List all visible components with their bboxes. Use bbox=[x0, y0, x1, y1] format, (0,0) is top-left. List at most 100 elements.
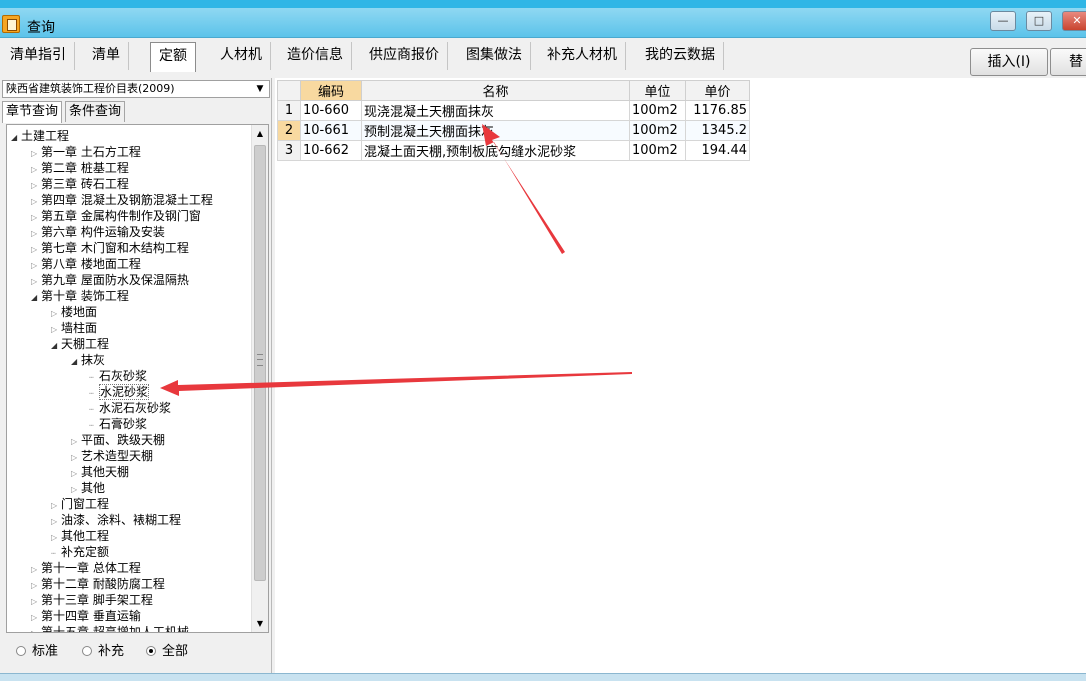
tree-node[interactable]: ▷ 其他工程 bbox=[51, 528, 109, 544]
radio-supplement[interactable]: 补充 bbox=[82, 643, 124, 661]
grip-icon bbox=[257, 354, 263, 366]
tab-qingdan[interactable]: 清单 bbox=[84, 42, 129, 70]
tree-node[interactable]: ▷ 第九章 屋面防水及保温隔热 bbox=[31, 272, 189, 288]
table-row[interactable]: 3 10-662 混凝土面天棚,预制板底勾缝水泥砂浆 100m2 194.44 bbox=[277, 140, 750, 161]
tab-chapter-query[interactable]: 章节查询 bbox=[2, 101, 63, 123]
tree-node[interactable]: ▷ 第一章 土石方工程 bbox=[31, 144, 141, 160]
tree-node-selected[interactable]: ┄ 水泥砂浆 bbox=[89, 384, 150, 400]
tree-node[interactable]: ▷ 第二章 桩基工程 bbox=[31, 160, 129, 176]
expand-open-icon[interactable]: ◢ bbox=[11, 130, 21, 146]
tree-node-label: 石灰砂浆 bbox=[99, 369, 148, 383]
tree-node-label: 第四章 混凝土及钢筋混凝土工程 bbox=[41, 193, 213, 207]
expand-open-icon[interactable]: ◢ bbox=[31, 290, 41, 306]
tab-wode-yunshuju[interactable]: 我的云数据 bbox=[637, 42, 724, 70]
scroll-down-icon[interactable]: ▼ bbox=[252, 615, 268, 632]
tree-node[interactable]: ▷ 第五章 金属构件制作及钢门窗 bbox=[31, 208, 201, 224]
tree-node[interactable]: ▷ 第四章 混凝土及钢筋混凝土工程 bbox=[31, 192, 213, 208]
tree-node[interactable]: ▷ 墙柱面 bbox=[51, 320, 97, 336]
tree-node-label: 第八章 楼地面工程 bbox=[41, 257, 141, 271]
cell-unit[interactable]: 100m2 bbox=[629, 120, 686, 141]
tree-node[interactable]: ┄ 水泥石灰砂浆 bbox=[89, 400, 171, 416]
close-button[interactable]: ✕ bbox=[1062, 11, 1086, 31]
tab-gongyingshang-baojia[interactable]: 供应商报价 bbox=[361, 42, 448, 70]
tab-bar: 清单指引 清单 定额 人材机 造价信息 供应商报价 图集做法 补充人材机 我的云… bbox=[0, 42, 1086, 72]
cell-name[interactable]: 混凝土面天棚,预制板底勾缝水泥砂浆 bbox=[361, 140, 630, 161]
tree-node[interactable]: ▷ 第十二章 耐酸防腐工程 bbox=[31, 576, 165, 592]
replace-button[interactable]: 替 bbox=[1050, 48, 1086, 76]
cell-code[interactable]: 10-661 bbox=[300, 120, 362, 141]
chevron-down-icon[interactable]: ▼ bbox=[252, 81, 268, 97]
tree-node[interactable]: ▷ 艺术造型天棚 bbox=[71, 448, 153, 464]
tree-node[interactable]: ▷ 第十三章 脚手架工程 bbox=[31, 592, 153, 608]
table-row-selected[interactable]: 2 10-661 预制混凝土天棚面抹灰 100m2 1345.2 bbox=[277, 120, 750, 141]
chapter-tree[interactable]: ◢ 土建工程 ▷ 第一章 土石方工程 ▷ 第二章 桩基工程 ▷ 第三章 砖石工程 ▷ 第四章 混凝… bbox=[6, 124, 269, 633]
expand-open-icon[interactable]: ◢ bbox=[71, 354, 81, 370]
tab-condition-query[interactable]: 条件查询 bbox=[65, 101, 126, 122]
tree-node-label: 水泥砂浆 bbox=[99, 384, 150, 400]
expand-open-icon[interactable]: ◢ bbox=[51, 338, 61, 354]
tab-qingdan-zhiyin[interactable]: 清单指引 bbox=[2, 42, 75, 70]
tab-rencaiji[interactable]: 人材机 bbox=[212, 42, 271, 70]
scroll-thumb[interactable] bbox=[254, 145, 266, 581]
tree-node[interactable]: ▷ 其他 bbox=[71, 480, 105, 496]
maximize-button[interactable]: □ bbox=[1026, 11, 1052, 31]
tree-node[interactable]: ◢ 天棚工程 bbox=[51, 336, 109, 352]
tree-node-label: 其他工程 bbox=[61, 529, 110, 543]
tree-node[interactable]: ▷ 第六章 构件运输及安装 bbox=[31, 224, 165, 240]
scroll-up-icon[interactable]: ▲ bbox=[252, 125, 268, 142]
query-mode-tabs: 章节查询 条件查询 bbox=[2, 101, 270, 123]
cell-name[interactable]: 预制混凝土天棚面抹灰 bbox=[361, 120, 630, 141]
tree-node[interactable]: ▷ 门窗工程 bbox=[51, 496, 109, 512]
tree-node[interactable]: ┄ 石膏砂浆 bbox=[89, 416, 147, 432]
tree-node[interactable]: ◢ 土建工程 bbox=[11, 128, 69, 144]
tab-buchong-rencaiji[interactable]: 补充人材机 bbox=[539, 42, 626, 70]
expand-closed-icon[interactable]: ▷ bbox=[31, 626, 41, 632]
library-select[interactable]: 陕西省建筑装饰工程价目表(2009) ▼ bbox=[2, 80, 270, 98]
cell-unit[interactable]: 100m2 bbox=[629, 140, 686, 161]
filter-radio-group: 标准 补充 全部 bbox=[14, 643, 264, 663]
tree-node[interactable]: ▷ 第十四章 垂直运输 bbox=[31, 608, 141, 624]
row-number-header bbox=[277, 80, 301, 101]
column-header-code[interactable]: 编码 bbox=[300, 80, 362, 101]
tree-node-label: 补充定额 bbox=[61, 545, 110, 559]
radio-standard[interactable]: 标准 bbox=[16, 643, 58, 661]
tree-node[interactable]: ▷ 平面、跌级天棚 bbox=[71, 432, 165, 448]
insert-button[interactable]: 插入(I) bbox=[970, 48, 1048, 76]
tree-node[interactable]: ▷ 楼地面 bbox=[51, 304, 97, 320]
quota-grid: 编码 名称 单位 单价 1 10-660 现浇混凝土天棚面抹灰 100m2 11… bbox=[277, 80, 750, 161]
tree-node-label: 第一章 土石方工程 bbox=[41, 145, 141, 159]
tab-dinge[interactable]: 定额 bbox=[150, 42, 196, 72]
tree-node[interactable]: ▷ 第八章 楼地面工程 bbox=[31, 256, 141, 272]
tree-node[interactable]: ┄ 石灰砂浆 bbox=[89, 368, 147, 384]
tree-node[interactable]: ┄ 补充定额 bbox=[51, 544, 109, 560]
tree-node[interactable]: ▷ 其他天棚 bbox=[71, 464, 129, 480]
cell-name[interactable]: 现浇混凝土天棚面抹灰 bbox=[361, 100, 630, 121]
tree-node[interactable]: ▷ 油漆、涂料、裱糊工程 bbox=[51, 512, 181, 528]
tree-node[interactable]: ◢ 抹灰 bbox=[71, 352, 105, 368]
tree-node[interactable]: ▷第十五章 超高增加人工机械 bbox=[31, 624, 189, 632]
column-header-unit[interactable]: 单位 bbox=[629, 80, 686, 101]
column-header-name[interactable]: 名称 bbox=[361, 80, 630, 101]
left-panel: 陕西省建筑装饰工程价目表(2009) ▼ 章节查询 条件查询 ◢ 土建工程 ▷ 第一章… bbox=[0, 78, 272, 673]
radio-circle-checked-icon bbox=[146, 645, 156, 656]
cell-price[interactable]: 1345.2 bbox=[685, 120, 750, 141]
tab-zaojia-xinxi[interactable]: 造价信息 bbox=[279, 42, 352, 70]
tree-node[interactable]: ▷ 第七章 木门窗和木结构工程 bbox=[31, 240, 189, 256]
cell-code[interactable]: 10-662 bbox=[300, 140, 362, 161]
radio-all[interactable]: 全部 bbox=[146, 643, 188, 661]
cell-price[interactable]: 1176.85 bbox=[685, 100, 750, 121]
tree-node[interactable]: ◢ 第十章 装饰工程 bbox=[31, 288, 129, 304]
tree-node-label: 油漆、涂料、裱糊工程 bbox=[61, 513, 182, 527]
tree-node-label: 第六章 构件运输及安装 bbox=[41, 225, 165, 239]
minimize-button[interactable]: — bbox=[990, 11, 1016, 31]
table-row[interactable]: 1 10-660 现浇混凝土天棚面抹灰 100m2 1176.85 bbox=[277, 100, 750, 121]
tree-scrollbar[interactable]: ▲ ▼ bbox=[251, 125, 268, 632]
cell-code[interactable]: 10-660 bbox=[300, 100, 362, 121]
cell-unit[interactable]: 100m2 bbox=[629, 100, 686, 121]
tab-tuji-zuofa[interactable]: 图集做法 bbox=[458, 42, 531, 70]
column-header-price[interactable]: 单价 bbox=[685, 80, 750, 101]
tree-node-label: 第十三章 脚手架工程 bbox=[41, 593, 153, 607]
tree-node[interactable]: ▷ 第三章 砖石工程 bbox=[31, 176, 129, 192]
tree-node[interactable]: ▷ 第十一章 总体工程 bbox=[31, 560, 141, 576]
cell-price[interactable]: 194.44 bbox=[685, 140, 750, 161]
